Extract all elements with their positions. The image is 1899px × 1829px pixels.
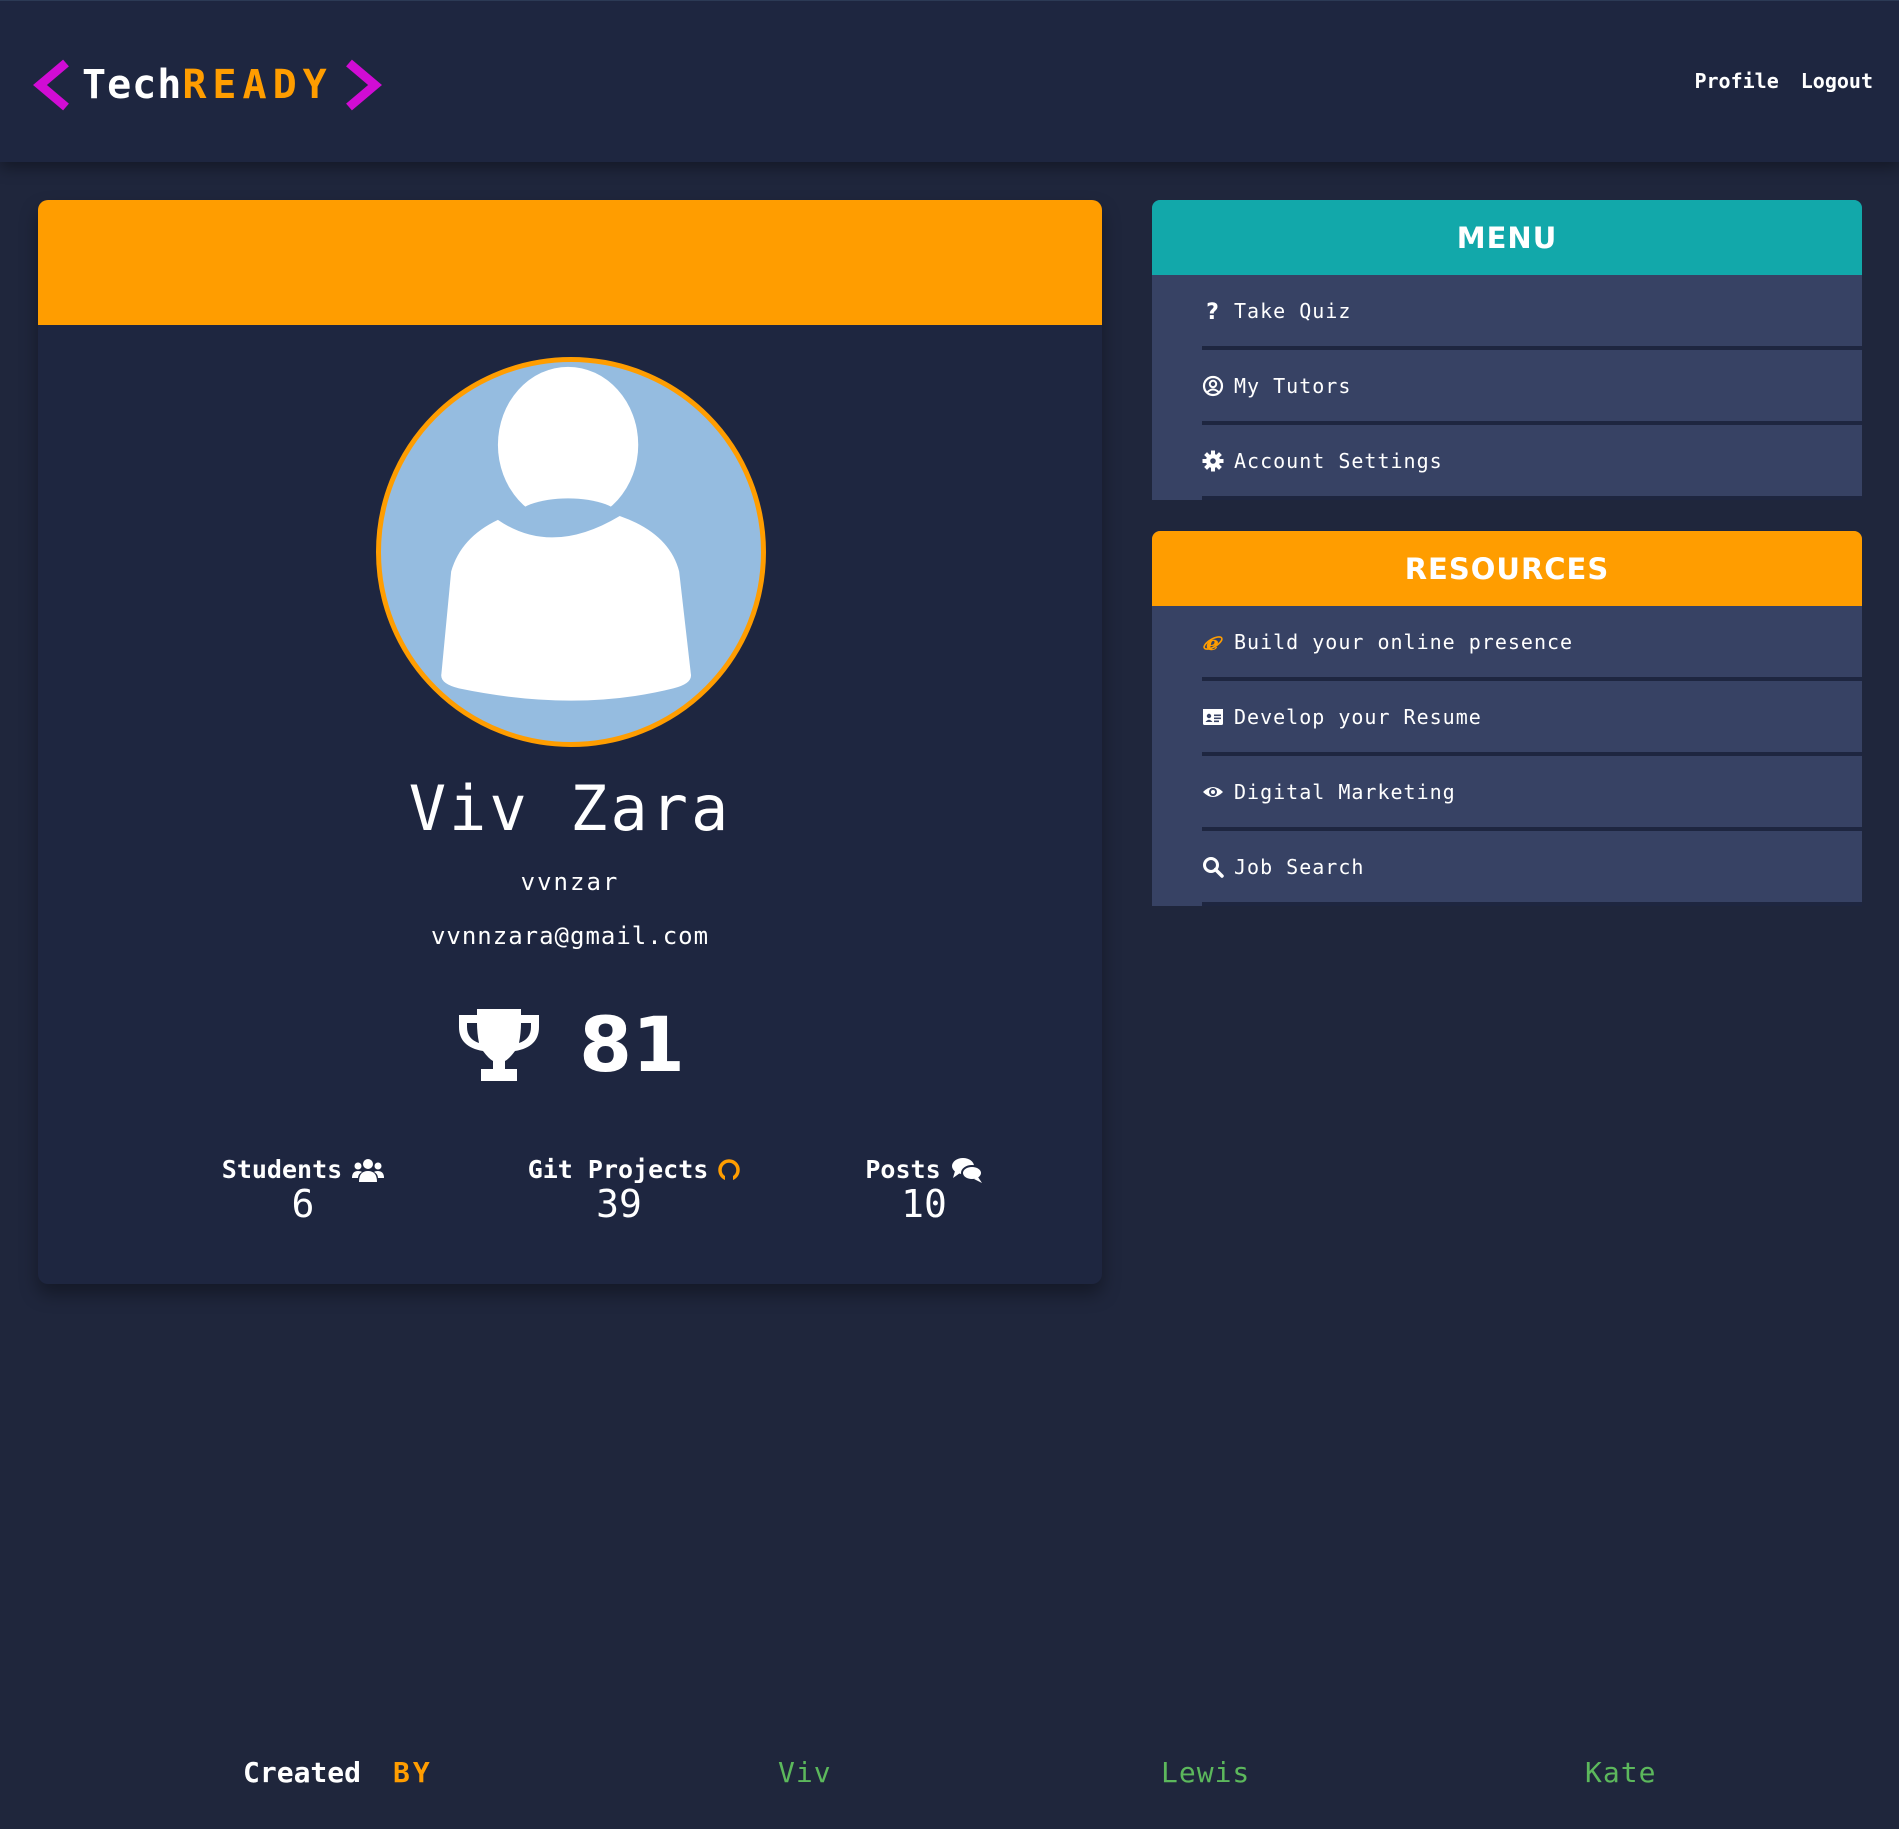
resource-item-digital-marketing[interactable]: Digital Marketing [1202,756,1862,831]
stat-git-projects: Git Projects 39 [476,1155,792,1226]
profile-full-name: Viv Zara [408,772,732,845]
left-bracket-icon [33,59,69,111]
resource-item-job-search[interactable]: Job Search [1202,831,1862,906]
menu-item-label: My Tutors [1234,373,1352,398]
profile-banner [38,200,1102,325]
brand-logo[interactable]: TechREADY [32,53,383,117]
menu-item-label: Take Quiz [1234,298,1352,323]
stat-posts: Posts 10 [824,1155,1024,1226]
resource-item-online-presence[interactable]: e Build your online presence [1202,606,1862,681]
search-icon [1203,856,1224,878]
stat-posts-value: 10 [901,1182,947,1226]
stat-students-label-row: Students [178,1155,428,1184]
resource-item-resume[interactable]: Develop your Resume [1202,681,1862,756]
comments-icon [951,1157,983,1183]
right-bracket-icon [345,59,382,111]
eye-icon [1203,786,1223,797]
stat-git-label-row: Git Projects [476,1155,792,1184]
footer-author-kate[interactable]: Kate [1585,1756,1656,1789]
stat-git-value: 39 [596,1182,642,1226]
user-circle-icon [1202,375,1224,396]
menu-item-take-quiz[interactable]: ? Take Quiz [1202,275,1862,350]
resources-title: RESOURCES [1152,531,1862,606]
stat-students: Students 6 [178,1155,428,1226]
gear-icon [1202,450,1224,471]
brand-tech: Tech [82,62,183,108]
resource-item-label: Develop your Resume [1234,704,1482,729]
nav-logout-link[interactable]: Logout [1801,69,1873,93]
github-icon [718,1158,741,1181]
default-avatar-icon [441,366,692,701]
score-value: 81 [579,1000,685,1089]
profile-email: vvnnzara@gmail.com [430,922,710,950]
nav-links: Profile Logout [1694,69,1873,93]
top-navbar: TechREADY Profile Logout [0,0,1899,162]
internet-explorer-icon: e [1203,631,1223,653]
resource-item-label: Digital Marketing [1234,779,1456,804]
stat-posts-label: Posts [865,1155,941,1184]
score-display: 81 [38,1000,1102,1089]
resource-item-label: Job Search [1234,854,1365,879]
brand-name: TechREADY [82,62,333,108]
footer-by: BY [393,1756,433,1789]
stat-posts-label-row: Posts [824,1155,1024,1184]
resource-item-label: Build your online presence [1234,629,1574,654]
stat-students-value: 6 [291,1182,315,1226]
menu-title: MENU [1152,200,1862,275]
svg-text:?: ? [1206,300,1220,322]
avatar [376,357,766,747]
trophy-icon [459,1008,540,1081]
menu-panel: MENU ? Take Quiz My Tutors Account Setti… [1152,200,1862,500]
question-icon: ? [1206,300,1220,322]
footer: Created BY Viv Lewis Kate [0,1756,1899,1816]
footer-created: Created [243,1756,362,1789]
profile-username: vvnzar [520,868,620,896]
menu-item-label: Account Settings [1234,448,1443,473]
brand-ready: READY [182,62,333,108]
menu-item-my-tutors[interactable]: My Tutors [1202,350,1862,425]
resources-panel: RESOURCES e Build your online presence D… [1152,531,1862,906]
id-card-icon [1203,708,1223,725]
footer-author-lewis[interactable]: Lewis [1161,1756,1250,1789]
users-icon [352,1158,385,1182]
stat-students-label: Students [221,1155,343,1184]
footer-author-viv[interactable]: Viv [778,1756,832,1789]
profile-card: Viv Zara vvnzar vvnnzara@gmail.com 81 St… [38,200,1102,1284]
stat-git-label: Git Projects [527,1155,709,1184]
menu-item-account-settings[interactable]: Account Settings [1202,425,1862,500]
nav-profile-link[interactable]: Profile [1694,69,1778,93]
